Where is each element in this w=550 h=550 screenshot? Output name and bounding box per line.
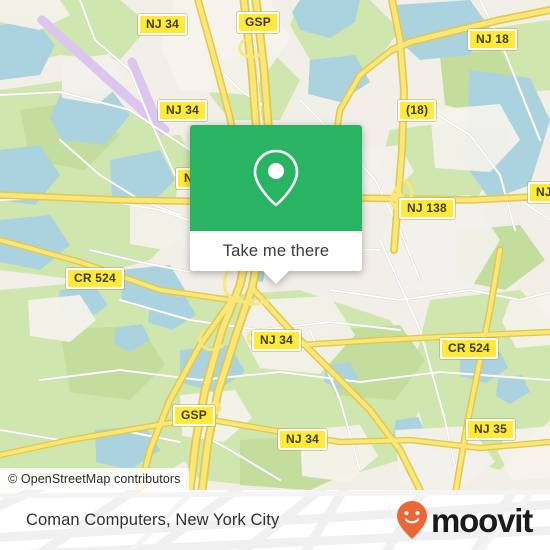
moovit-logo[interactable]: moovit: [396, 490, 533, 550]
route-shield: NJ 34: [278, 429, 328, 450]
place-title: Coman Computers, New York City: [26, 490, 279, 550]
moovit-pin-smiley-icon: [397, 501, 428, 539]
take-me-there-button[interactable]: Take me there: [190, 231, 362, 271]
location-popup-card[interactable]: Take me there: [190, 125, 362, 284]
route-shield: GSP: [237, 12, 279, 33]
route-shield: (18): [398, 100, 437, 121]
route-shield: GSP: [173, 405, 215, 426]
route-shield: NJ 35: [466, 419, 516, 440]
map-screenshot-root: NJ 34 GSP NJ 18 NJ 34 (18) NJ 34 NJ 138 NJ 3 CR …: [0, 0, 550, 550]
osm-attribution-text: © OpenStreetMap contributors: [8, 472, 181, 486]
footer-bar: Coman Computers, New York City moovit: [0, 490, 550, 550]
route-shield: NJ 34: [138, 14, 188, 35]
osm-attribution: © OpenStreetMap contributors: [0, 468, 189, 490]
route-shield: CR 524: [440, 338, 498, 359]
popup-pointer-tail: [262, 270, 290, 284]
route-shield: CR 524: [66, 268, 124, 289]
moovit-wordmark: moovit: [431, 501, 533, 539]
route-shield: NJ 3: [528, 182, 550, 203]
route-shield: NJ 138: [399, 198, 455, 219]
popup-thumbnail: [190, 125, 362, 231]
place-title-text: Coman Computers, New York City: [26, 510, 280, 529]
route-shield: NJ 34: [158, 100, 208, 121]
route-shield: NJ 34: [252, 330, 302, 351]
map-pin-icon: [253, 149, 299, 207]
route-shield: NJ 18: [468, 29, 518, 50]
take-me-there-label: Take me there: [222, 241, 330, 260]
